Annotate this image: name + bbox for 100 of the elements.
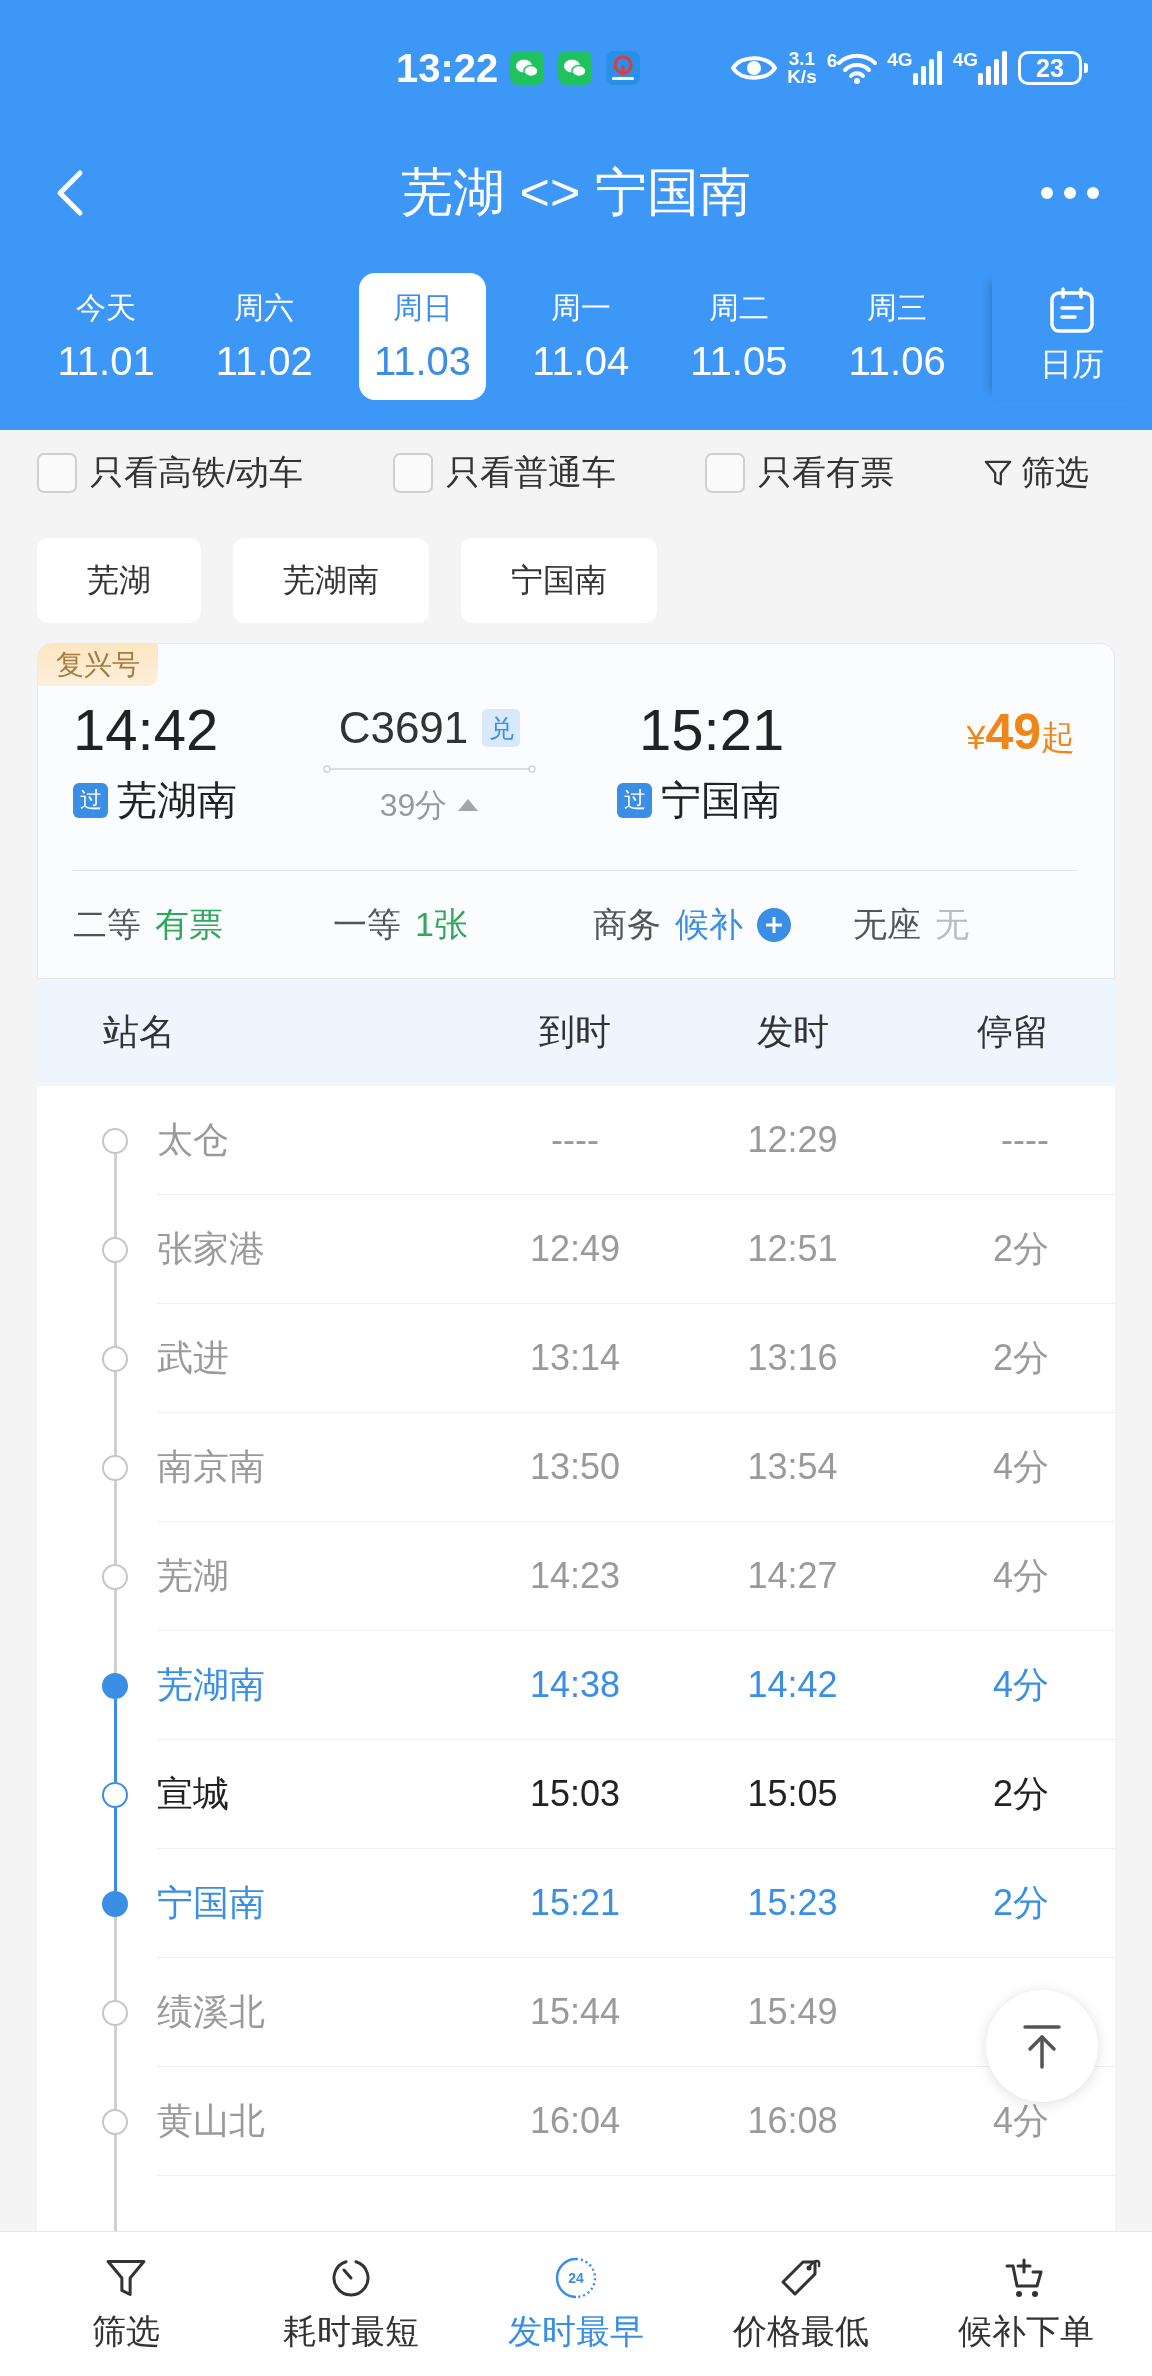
price-label: ¥49起 (966, 703, 1075, 761)
station-chip[interactable]: 芜湖 (37, 538, 201, 623)
network-speed-value: 3.1 (788, 50, 816, 68)
arrival-time-cell: 15:21 (529, 1883, 621, 1923)
column-header: 站名 (103, 1010, 175, 1054)
stop-marker-icon (102, 2108, 128, 2135)
station-name: 芜湖 (157, 1556, 229, 1596)
seat-class-label: 一等 (333, 903, 401, 945)
train-tag: 兑 (482, 709, 521, 747)
stop-duration-cell: 2分 (992, 1774, 1049, 1814)
departure-time-cell: 16:08 (747, 2101, 838, 2141)
column-header: 到时 (539, 1010, 611, 1054)
filter-checkbox-option[interactable]: 只看有票 (704, 450, 894, 496)
rail-app-icon (606, 51, 641, 85)
sort-tab[interactable]: 候补下单 (913, 2232, 1138, 2376)
station-type-tag: 过 (617, 782, 652, 818)
train-number: C3691 (338, 703, 469, 753)
stop-duration-cell: ---- (1001, 1120, 1049, 1160)
departure-time-cell: 15:05 (747, 1774, 838, 1814)
wifi-icon (837, 52, 878, 84)
arrival-time-cell: 13:14 (529, 1338, 621, 1378)
more-icon (1040, 185, 1100, 200)
arrival-time-cell: 12:49 (529, 1229, 621, 1269)
arrival-station: 宁国南 (661, 780, 781, 820)
checkbox[interactable] (37, 453, 77, 493)
checkbox[interactable] (704, 453, 745, 493)
station-chip[interactable]: 宁国南 (461, 538, 657, 623)
departure-time-cell: 13:54 (747, 1447, 838, 1487)
stop-duration-cell: 4分 (992, 1665, 1049, 1705)
stop-marker-icon (102, 1236, 128, 1263)
network-type-label: 4G (952, 51, 978, 69)
stop-marker-icon (102, 1454, 128, 1481)
arrival-time-cell: 13:50 (529, 1447, 621, 1487)
stop-marker-icon (102, 1563, 128, 1590)
arrival-time-cell: 16:04 (529, 2101, 621, 2141)
departure-time-cell: 12:29 (747, 1120, 838, 1160)
network-speed-unit: K/s (787, 68, 817, 86)
filter-checkbox-option[interactable]: 只看高铁/动车 (37, 450, 304, 496)
seat-class-label: 无座 (853, 903, 921, 945)
battery-indicator: 23 (1018, 51, 1088, 85)
departure-time-cell: 13:16 (747, 1338, 838, 1378)
station-name: 太仓 (157, 1120, 229, 1160)
stop-duration-cell: 2分 (992, 1229, 1049, 1269)
arrival-time-cell: 15:03 (529, 1774, 621, 1814)
station-name: 宣城 (157, 1774, 229, 1814)
station-chip[interactable]: 芜湖南 (233, 538, 429, 623)
station-name: 武进 (157, 1338, 229, 1378)
departure-time-cell: 12:51 (747, 1229, 838, 1269)
arrival-time-cell: ---- (551, 1120, 599, 1160)
more-button[interactable] (1040, 185, 1100, 200)
stop-duration-cell: 4分 (992, 2101, 1049, 2141)
stop-marker-icon (102, 1890, 128, 1917)
seat-availability: 有票 (155, 903, 223, 945)
train-brand-tag: 复兴号 (38, 644, 158, 686)
seat-class-label: 商务 (593, 903, 661, 945)
stop-marker-icon (102, 1127, 128, 1154)
stop-marker-icon (102, 1345, 128, 1372)
stop-marker-icon (102, 1781, 128, 1808)
station-name: 芜湖南 (157, 1665, 265, 1705)
stop-duration-cell: 2分 (992, 1883, 1049, 1923)
sort-tab[interactable]: 耗时最短 (238, 2232, 464, 2376)
column-header: 发时 (756, 1010, 829, 1054)
network-type-label: 4G (887, 51, 913, 69)
eye-icon (731, 53, 778, 83)
stop-duration-cell: 4分 (992, 1556, 1049, 1596)
departure-time-cell: 15:49 (747, 1992, 838, 2032)
calendar-icon (1050, 286, 1095, 333)
station-name: 张家港 (157, 1229, 265, 1269)
signal-icon (978, 51, 1008, 85)
departure-time-cell: 14:42 (747, 1665, 838, 1705)
plus-circle-icon (757, 907, 791, 942)
arrival-time-cell: 14:23 (529, 1556, 621, 1596)
status-time: 13:22 (396, 48, 499, 88)
filter-icon (982, 458, 1013, 488)
page-title: 芜湖 <> 宁国南 (401, 161, 751, 223)
sort-tab[interactable]: 价格最低 (688, 2232, 914, 2376)
station-name: 黄山北 (157, 2101, 265, 2141)
seat-class-label: 二等 (73, 903, 141, 945)
station-type-tag: 过 (73, 782, 108, 818)
chat-app-icon (510, 51, 545, 85)
filter-checkbox-option[interactable]: 只看普通车 (392, 450, 616, 496)
stop-duration-cell: 2分 (992, 1338, 1049, 1378)
arrival-time: 15:21 (639, 699, 785, 761)
sort-tab[interactable]: 筛选 (14, 2232, 239, 2376)
station-name: 宁国南 (157, 1883, 265, 1923)
arrival-time-cell: 15:44 (529, 1992, 621, 2032)
seat-availability: 无 (935, 903, 969, 945)
column-header: 停留 (977, 1010, 1049, 1054)
chat-app-icon (558, 51, 593, 85)
departure-station: 芜湖南 (117, 780, 237, 820)
stop-marker-icon (102, 1672, 128, 1699)
departure-time-cell: 14:27 (747, 1556, 838, 1596)
checkbox[interactable] (392, 453, 433, 493)
seat-availability: 候补 (675, 903, 743, 945)
stop-duration-cell: 4分 (992, 1447, 1049, 1487)
station-name: 绩溪北 (157, 1992, 265, 2032)
wifi-standard-label: 6 (826, 52, 838, 70)
filter-button[interactable]: 筛选 (982, 450, 1089, 496)
stop-marker-icon (102, 1999, 128, 2026)
signal-icon (912, 51, 943, 85)
